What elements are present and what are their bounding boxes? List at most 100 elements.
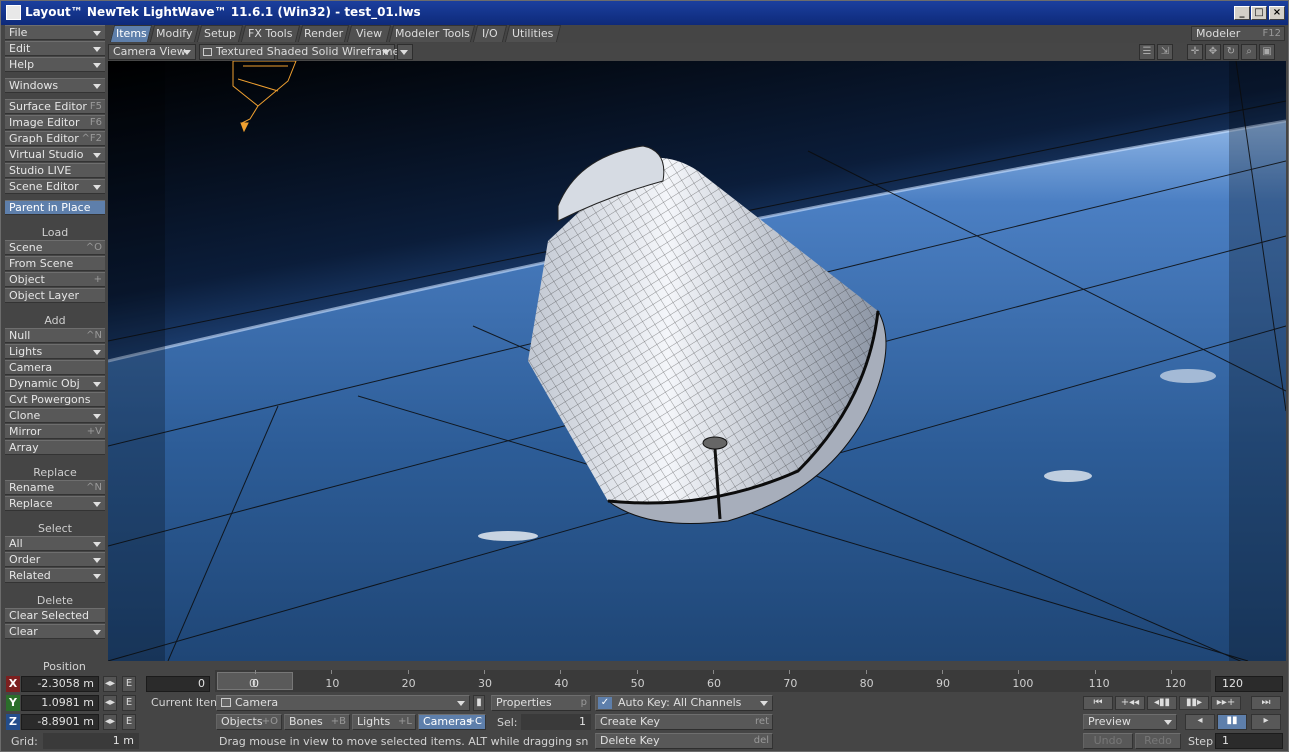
timeline-tick-mark (1018, 670, 1020, 674)
scene-editor-menu[interactable]: Scene Editor (5, 179, 105, 194)
menu-help[interactable]: Help (5, 57, 105, 72)
add-dynamic-obj-menu[interactable]: Dynamic Obj (5, 376, 105, 391)
step-field[interactable]: 1 (1215, 733, 1283, 749)
grid-size-field[interactable]: 1 m (43, 733, 139, 749)
select-order-menu[interactable]: Order (5, 552, 105, 567)
cvt-powergons-button[interactable]: Cvt Powergons (5, 392, 105, 407)
tab-utilities[interactable]: Utilities (504, 25, 562, 42)
rotate-view-icon[interactable]: ↻ (1223, 44, 1239, 60)
timeline-slider[interactable]: 0 0 10 20 30 40 50 60 70 80 90 100 110 120 (215, 670, 1211, 692)
position-y-field[interactable]: 1.0981 m (21, 695, 99, 711)
mirror-button[interactable]: Mirror +V (5, 424, 105, 439)
viewport-options-menu[interactable] (397, 44, 413, 60)
list-icon[interactable]: ☰ (1139, 44, 1155, 60)
filter-cameras-button[interactable]: Cameras +C (418, 714, 486, 730)
menu-edit[interactable]: Edit (5, 41, 105, 56)
render-style-select[interactable]: Textured Shaded Solid Wireframe (199, 44, 399, 60)
clone-menu[interactable]: Clone (5, 408, 105, 423)
menu-file[interactable]: File (5, 25, 105, 40)
timeline-tick-mark (560, 670, 562, 674)
previous-key-icon[interactable]: +◂◂ (1115, 696, 1145, 710)
play-reverse-icon[interactable]: ◂ (1185, 714, 1215, 730)
virtual-studio-menu[interactable]: Virtual Studio (5, 147, 105, 162)
modeler-button[interactable]: Modeler F12 (1191, 26, 1285, 41)
next-frame-icon[interactable]: ▮▮▸ (1179, 696, 1209, 710)
preview-select[interactable]: Preview (1083, 714, 1177, 730)
replace-menu[interactable]: Replace (5, 496, 105, 511)
timeline-tick-mark (713, 670, 714, 674)
go-to-end-icon[interactable]: ⏭ (1251, 696, 1281, 710)
select-related-menu[interactable]: Related (5, 568, 105, 583)
view-mode-select[interactable]: Camera View (108, 44, 196, 60)
undo-button[interactable]: Undo (1083, 733, 1133, 749)
position-z-field[interactable]: -8.8901 m (21, 714, 99, 730)
select-all-menu[interactable]: All (5, 536, 105, 551)
z-envelope-icon[interactable]: ◂▸ (103, 714, 117, 730)
move-view-alt-icon[interactable]: ✥ (1205, 44, 1221, 60)
expand-icon[interactable]: ⇲ (1157, 44, 1173, 60)
zoom-view-icon[interactable]: ⌕ (1241, 44, 1257, 60)
timeline-tick-label: 80 (859, 677, 874, 690)
array-button[interactable]: Array (5, 440, 105, 455)
item-options-icon[interactable]: ▮ (473, 695, 485, 711)
minimize-icon[interactable]: _ (1234, 6, 1250, 20)
redo-button[interactable]: Redo (1135, 733, 1181, 749)
parent-in-place-toggle[interactable]: Parent in Place (5, 200, 105, 215)
tab-setup[interactable]: Setup (196, 25, 244, 42)
windows-menu[interactable]: Windows (5, 78, 105, 93)
filter-objects-button[interactable]: Objects +O (216, 714, 282, 730)
studio-live-button[interactable]: Studio LIVE (5, 163, 105, 178)
move-view-icon[interactable]: ✛ (1187, 44, 1203, 60)
play-forward-icon[interactable]: ▸ (1251, 714, 1281, 730)
timeline-start-field[interactable]: 0 (146, 676, 210, 692)
load-from-scene-button[interactable]: From Scene (5, 256, 105, 271)
position-x-field[interactable]: -2.3058 m (21, 676, 99, 692)
filter-lights-button[interactable]: Lights +L (352, 714, 416, 730)
load-object-layer-button[interactable]: Object Layer (5, 288, 105, 303)
tab-fx-tools[interactable]: FX Tools (240, 25, 301, 42)
position-label: Position (43, 660, 86, 673)
maximize-viewport-icon[interactable]: ▣ (1259, 44, 1275, 60)
z-envelope-button[interactable]: E (122, 714, 136, 730)
tab-items[interactable]: Items (109, 25, 153, 42)
y-envelope-button[interactable]: E (122, 695, 136, 711)
add-null-button[interactable]: Null ^N (5, 328, 105, 343)
camera-viewport[interactable] (108, 61, 1286, 661)
go-to-start-icon[interactable]: ⏮ (1083, 696, 1113, 710)
add-camera-button[interactable]: Camera (5, 360, 105, 375)
add-lights-menu[interactable]: Lights (5, 344, 105, 359)
filter-bones-button[interactable]: Bones +B (284, 714, 350, 730)
graph-editor-button[interactable]: Graph Editor ^F2 (5, 131, 105, 146)
camera-icon (221, 698, 231, 707)
delete-key-button[interactable]: Delete Key del (595, 733, 773, 749)
auto-key-select[interactable]: ✓ Auto Key: All Channels (595, 695, 773, 711)
clear-menu[interactable]: Clear (5, 624, 105, 639)
load-object-button[interactable]: Object + (5, 272, 105, 287)
x-envelope-icon[interactable]: ◂▸ (103, 676, 117, 692)
timeline-end-field[interactable]: 120 (1215, 676, 1283, 692)
tab-io[interactable]: I/O (472, 25, 508, 42)
tab-render[interactable]: Render (297, 25, 350, 42)
current-item-select[interactable]: Camera (216, 695, 470, 711)
x-envelope-button[interactable]: E (122, 676, 136, 692)
load-scene-button[interactable]: Scene ^O (5, 240, 105, 255)
image-editor-button[interactable]: Image Editor F6 (5, 115, 105, 130)
scene-render[interactable] (108, 61, 1286, 661)
y-envelope-icon[interactable]: ◂▸ (103, 695, 117, 711)
previous-frame-icon[interactable]: ◂▮▮ (1147, 696, 1177, 710)
create-key-button[interactable]: Create Key ret (595, 714, 773, 730)
pause-icon[interactable]: ▮▮ (1217, 714, 1247, 730)
timeline-tick-mark (789, 670, 791, 674)
tab-view[interactable]: View (346, 25, 392, 42)
maximize-icon[interactable]: □ (1251, 6, 1267, 20)
clear-selected-button[interactable]: Clear Selected (5, 608, 105, 623)
close-icon[interactable]: × (1269, 6, 1285, 20)
next-key-icon[interactable]: ▸▸+ (1211, 696, 1241, 710)
rename-button[interactable]: Rename ^N (5, 480, 105, 495)
properties-button[interactable]: Properties p (491, 695, 591, 711)
tab-modify[interactable]: Modify (149, 25, 200, 42)
surface-editor-button[interactable]: Surface Editor F5 (5, 99, 105, 114)
tab-modeler-tools[interactable]: Modeler Tools (388, 25, 476, 42)
viewport-toolbar: Camera View Textured Shaded Solid Wirefr… (108, 43, 1286, 61)
app-window: Layout™ NewTek LightWave™ 11.6.1 (Win32)… (0, 0, 1289, 752)
